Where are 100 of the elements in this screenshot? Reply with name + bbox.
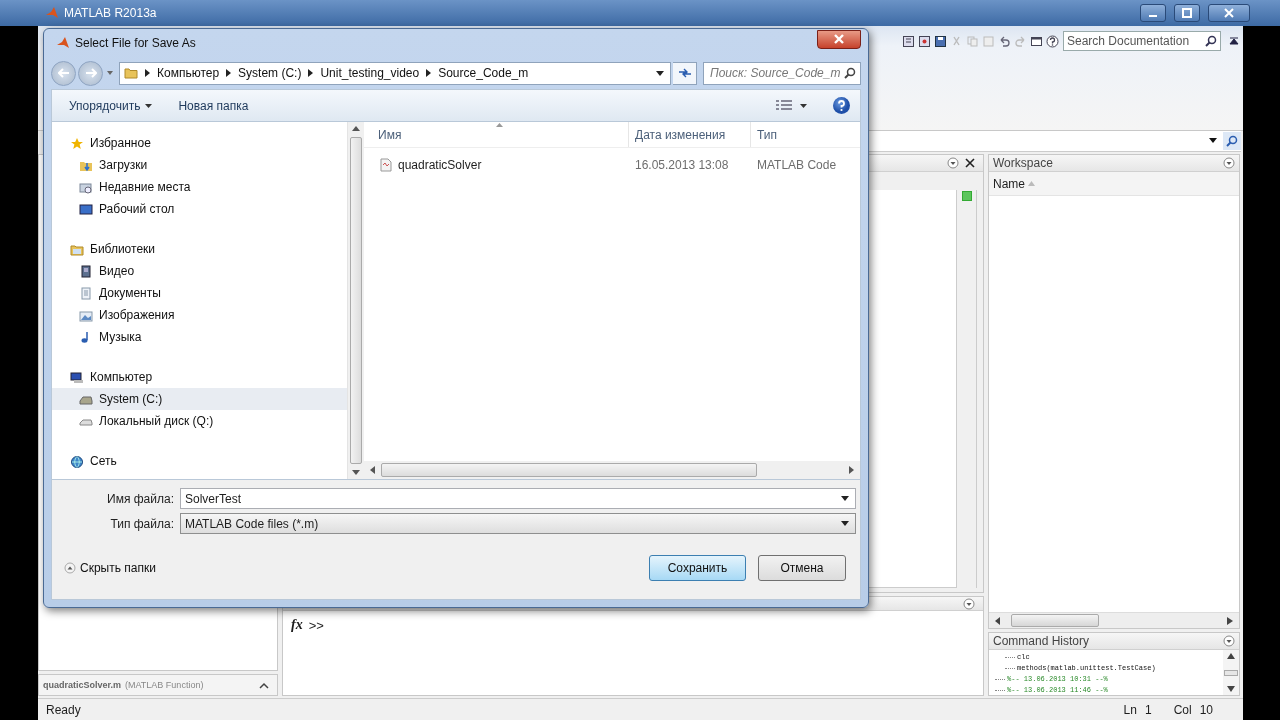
chevron-right-icon[interactable] [226,69,232,77]
function-browser-button[interactable]: fx [291,617,303,633]
scrollbar-thumb[interactable] [1011,614,1099,627]
hide-folders-button[interactable]: Скрыть папки [62,558,158,577]
minimize-icon [1149,15,1157,17]
nav-item[interactable]: Загрузки [52,154,347,176]
maximize-button[interactable] [1174,4,1200,22]
refresh-button[interactable] [673,61,697,85]
panel-menu-icon[interactable] [1223,635,1235,647]
horizontal-scrollbar[interactable] [989,612,1239,628]
dropdown-icon[interactable] [656,70,664,76]
document-icon[interactable] [902,34,915,48]
column-header[interactable]: Дата изменения [629,122,751,147]
nav-item[interactable]: Изображения [52,304,347,326]
chevron-right-icon[interactable] [426,69,432,77]
window-icon[interactable] [1030,34,1043,48]
panel-title: Workspace [993,156,1053,170]
undo-icon[interactable] [998,34,1011,48]
nav-item[interactable]: Недавние места [52,176,347,198]
column-number: 10 [1199,702,1213,717]
field-label: Тип файла: [109,516,175,531]
collapse-icon[interactable] [1229,36,1239,46]
horizontal-scrollbar[interactable] [364,461,860,479]
list-view-icon [776,99,792,112]
scroll-right-icon[interactable] [1227,616,1233,625]
scroll-left-icon[interactable] [370,466,375,474]
nav-item[interactable]: Документы [52,282,347,304]
column-header[interactable]: Тип [751,122,860,147]
breadcrumb[interactable]: Unit_testing_video [320,66,420,80]
file-icon [380,158,392,172]
scrollbar-thumb[interactable] [381,463,757,477]
document-icon[interactable] [918,34,931,48]
nav-item[interactable]: Сеть [52,450,347,472]
save-icon[interactable] [934,34,947,48]
nav-item[interactable]: Локальный диск (Q:) [52,410,347,432]
scroll-up-icon[interactable] [1227,653,1235,659]
address-field[interactable]: Компьютер System (C:) Unit_testing_video Source_Code_m [119,61,671,85]
chevron-up-icon[interactable] [259,681,269,689]
close-button[interactable] [1208,4,1250,22]
breadcrumb[interactable]: Компьютер [157,66,220,80]
file-name: quadraticSolver.m [43,680,122,690]
sort-arrow-icon [496,123,503,127]
help-icon[interactable] [1046,34,1059,48]
file-type-dropdown[interactable]: MATLAB Code files (*.m) [180,513,856,534]
file-name-field[interactable]: SolverTest [180,488,856,509]
images-icon [79,308,93,322]
minimize-button[interactable] [1140,4,1166,22]
library-icon [70,242,84,256]
save-button[interactable]: Сохранить [649,554,746,581]
close-icon[interactable] [965,158,975,168]
column-header[interactable]: Имя [364,122,629,147]
toolbar-button[interactable]: Новая папка [169,94,258,117]
search-icon [844,67,856,79]
scroll-right-icon[interactable] [849,466,854,474]
nav-item[interactable]: Рабочий стол [52,198,347,220]
chevron-right-icon[interactable] [308,69,314,77]
scroll-down-icon[interactable] [1227,686,1235,692]
command-prompt: >> [308,617,324,633]
scroll-down-icon[interactable] [352,470,360,475]
scrollbar-thumb[interactable] [1224,669,1238,676]
panel-menu-icon[interactable] [947,157,959,169]
column-header[interactable]: Name [993,176,1035,191]
breadcrumb[interactable]: Source_Code_m [438,66,529,80]
scroll-left-icon[interactable] [995,616,1001,625]
nav-item[interactable]: Видео [52,260,347,282]
nav-item[interactable]: Музыка [52,326,347,348]
dropdown-icon [841,496,849,501]
search-field[interactable]: Поиск: Source_Code_m [703,61,861,85]
scrollbar-thumb[interactable] [350,137,362,464]
breadcrumb[interactable]: System (C:) [238,66,302,80]
file-date: 16.05.2013 13:08 [634,158,730,172]
vertical-scrollbar[interactable] [1223,650,1239,695]
nav-item[interactable]: System (C:) [52,388,347,410]
panel-menu-icon[interactable] [1223,157,1235,169]
chevron-right-icon[interactable] [145,69,150,77]
star-icon [70,136,84,150]
nav-item[interactable]: Библиотеки [52,238,347,260]
command-window[interactable]: fx >> [282,596,984,696]
search-field[interactable]: Search Documentation [1063,31,1221,51]
caret-icon [145,103,153,108]
video-icon [79,264,93,278]
file-name[interactable]: quadraticSolver [398,158,482,172]
nav-item[interactable]: Компьютер [52,366,347,388]
close-icon [1224,8,1234,18]
vertical-scrollbar[interactable] [347,122,364,479]
maximize-icon [1182,8,1192,18]
panel-menu-icon[interactable] [963,597,975,610]
window-title: MATLAB R2013a [64,6,157,20]
computer-icon [70,370,84,384]
file-row[interactable]: quadraticSolver 16.05.2013 13:08 MATLAB Code [364,154,860,176]
dropdown-icon[interactable] [1209,138,1217,144]
folder-icon [124,67,138,79]
nav-item[interactable]: Избранное [52,132,347,154]
close-button[interactable] [817,29,861,49]
search-button[interactable] [1223,132,1241,150]
organize-menu[interactable]: Упорядочить [60,94,162,117]
chevron-up-icon [64,561,76,574]
left-arrow-icon [57,68,70,78]
cancel-button[interactable]: Отмена [758,554,846,581]
help-icon[interactable] [833,97,850,114]
